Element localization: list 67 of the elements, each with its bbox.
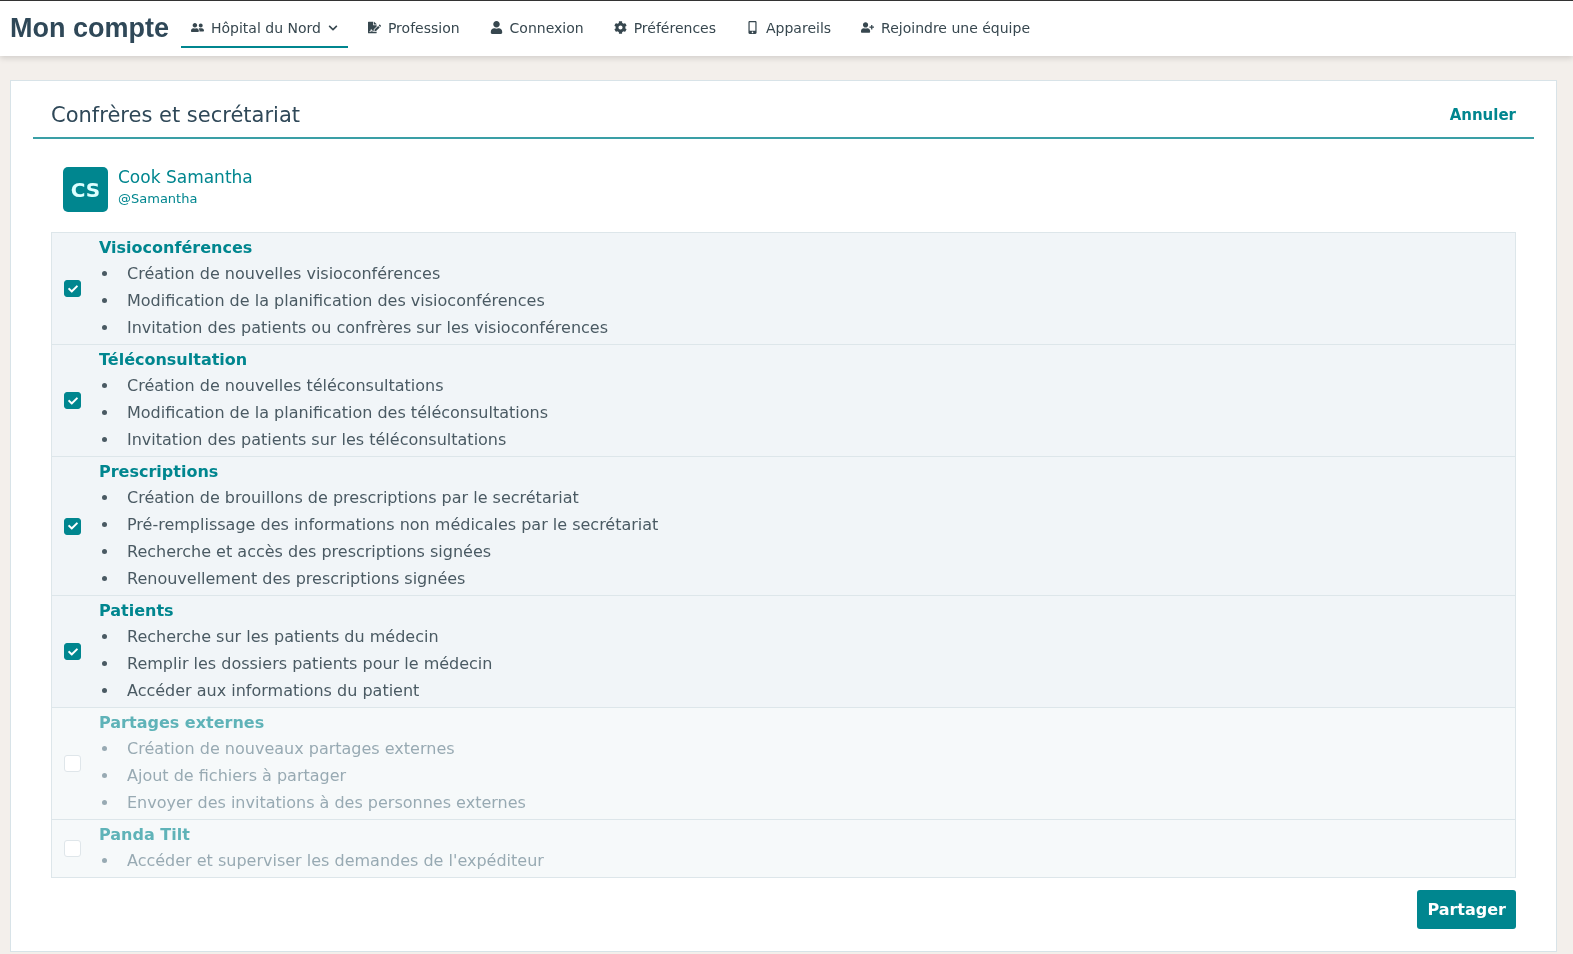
bullet-icon xyxy=(102,495,107,500)
bullet-icon xyxy=(102,298,107,303)
section-title: Panda Tilt xyxy=(99,824,191,846)
user-icon xyxy=(489,21,503,34)
permission-item: Création de nouvelles visioconférences xyxy=(127,263,441,285)
bullet-icon xyxy=(102,271,107,276)
bullet-icon xyxy=(102,746,107,751)
page-title: Mon compte xyxy=(10,13,169,44)
check-icon xyxy=(67,646,78,657)
cancel-link[interactable]: Annuler xyxy=(1449,106,1516,124)
permission-item: Invitation des patients ou confrères sur les visioconférences xyxy=(127,317,609,339)
bullet-icon xyxy=(102,576,107,581)
section-title: Patients xyxy=(99,600,175,622)
permission-item: Accéder et superviser les demandes de l'expéditeur xyxy=(127,850,544,872)
checkbox[interactable] xyxy=(64,517,81,535)
user-plus-icon xyxy=(861,21,875,34)
permission-item: Pré-remplissage des informations non médicales par le secrétariat xyxy=(127,514,659,536)
check-icon xyxy=(67,395,78,406)
avatar: CS xyxy=(63,167,108,212)
nav-tab[interactable]: Appareils xyxy=(736,9,842,48)
nav-tab[interactable]: Profession xyxy=(357,9,470,48)
permission-item: Invitation des patients sur les téléconsultations xyxy=(127,429,507,451)
permission-item: Création de nouvelles téléconsultations xyxy=(127,375,444,397)
bullet-icon xyxy=(102,773,107,778)
bullet-icon xyxy=(102,549,107,554)
signature-icon xyxy=(367,21,381,34)
check-icon xyxy=(67,521,78,531)
permission-item: Remplir les dossiers patients pour le médecin xyxy=(127,653,493,675)
share-button[interactable]: Partager xyxy=(1417,890,1516,929)
section-title: Téléconsultation xyxy=(99,349,249,371)
bullet-icon xyxy=(102,661,107,666)
check-icon xyxy=(67,283,78,294)
permission-item: Ajout de fichiers à partager xyxy=(127,765,347,787)
section-title: Visioconférences xyxy=(99,237,254,259)
user-handle: @Samantha xyxy=(118,191,199,206)
bullet-icon xyxy=(102,383,107,388)
nav-tab[interactable]: Rejoindre une équipe xyxy=(851,9,1040,48)
permission-item: Modification de la planification des téléconsultations xyxy=(127,402,548,424)
bullet-icon xyxy=(102,634,107,639)
settings-icon xyxy=(613,21,627,34)
card-title: Confrères et secrétariat xyxy=(51,103,301,127)
permission-item: Recherche sur les patients du médecin xyxy=(127,626,439,648)
bullet-icon xyxy=(102,858,107,863)
nav-tab[interactable]: Préférences xyxy=(603,9,726,48)
bullet-icon xyxy=(102,410,107,415)
nav-tab[interactable]: Connexion xyxy=(479,9,594,48)
permission-item: Accéder aux informations du patient xyxy=(127,680,420,702)
permission-item: Renouvellement des prescriptions signées xyxy=(127,568,466,590)
user-name: Cook Samantha xyxy=(118,167,253,187)
bullet-icon xyxy=(102,800,107,805)
bullet-icon xyxy=(102,688,107,693)
permission-item: Création de brouillons de prescriptions par le secrétariat xyxy=(127,487,579,509)
checkbox[interactable] xyxy=(64,392,81,409)
permission-item: Création de nouveaux partages externes xyxy=(127,738,455,760)
checkbox[interactable] xyxy=(64,280,81,297)
permission-item: Recherche et accès des prescriptions signées xyxy=(127,541,492,563)
permission-item: Envoyer des invitations à des personnes externes xyxy=(127,792,526,814)
nav-tab[interactable]: Hôpital du Nord xyxy=(181,9,348,48)
section-title: Prescriptions xyxy=(99,461,220,483)
bullet-icon xyxy=(102,522,107,527)
permission-item: Modification de la planification des visioconférences xyxy=(127,290,545,312)
bullet-icon xyxy=(102,437,107,442)
section-title: Partages externes xyxy=(99,712,266,734)
checkbox[interactable] xyxy=(64,643,81,660)
phone-icon xyxy=(746,21,759,34)
users-icon xyxy=(191,21,204,34)
bullet-icon xyxy=(102,325,107,330)
